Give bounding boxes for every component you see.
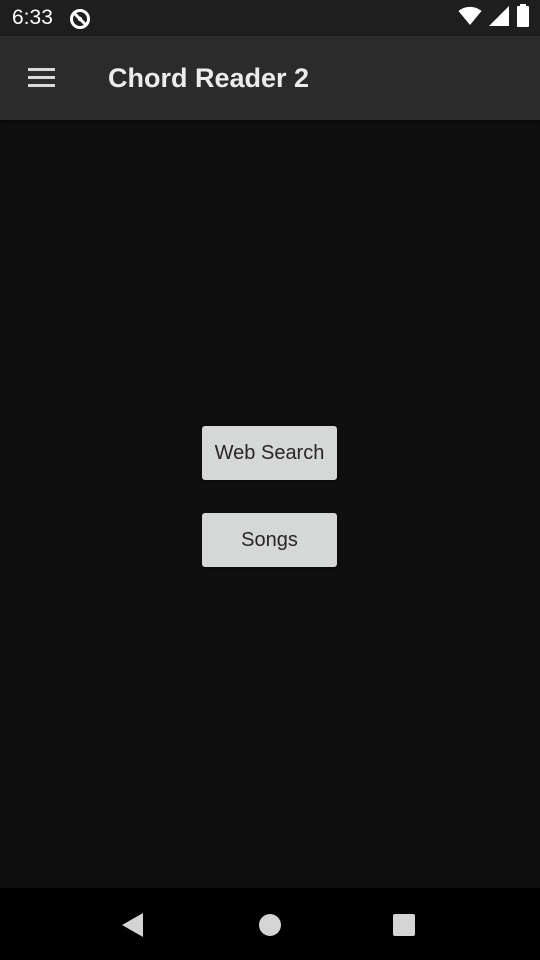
songs-button[interactable]: Songs bbox=[202, 513, 337, 567]
status-bar: 6:33 bbox=[0, 0, 540, 36]
main-content: Web Search Songs bbox=[0, 120, 540, 888]
wifi-icon bbox=[458, 5, 482, 32]
web-search-button[interactable]: Web Search bbox=[202, 426, 337, 480]
navigation-bar bbox=[0, 888, 540, 960]
signal-icon bbox=[488, 5, 510, 32]
notification-icon bbox=[68, 7, 92, 31]
recents-icon[interactable] bbox=[387, 908, 421, 942]
app-title: Chord Reader 2 bbox=[108, 63, 310, 93]
status-icons bbox=[458, 3, 530, 33]
back-icon[interactable] bbox=[117, 908, 151, 942]
app-bar: Chord Reader 2 bbox=[0, 36, 540, 120]
status-time: 6:33 bbox=[12, 6, 53, 29]
battery-icon bbox=[516, 3, 530, 33]
home-icon[interactable] bbox=[253, 908, 287, 942]
menu-icon[interactable] bbox=[26, 66, 58, 90]
